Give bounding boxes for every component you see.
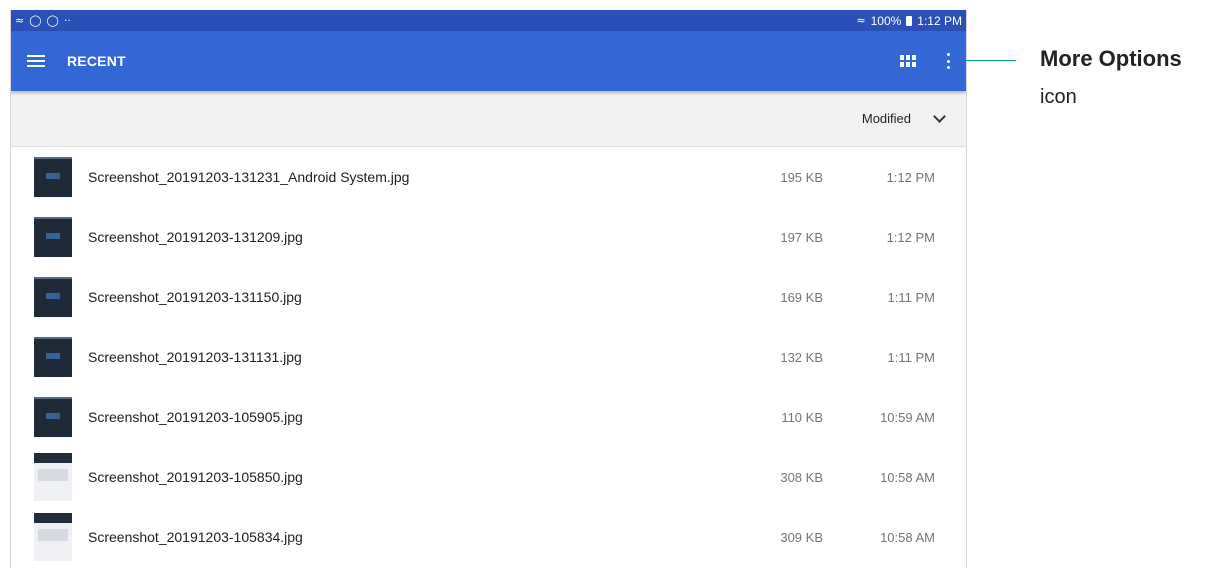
file-row[interactable]: Screenshot_20191203-131209.jpg 197 KB 1:… — [11, 207, 966, 267]
file-row[interactable]: Screenshot_20191203-105850.jpg 308 KB 10… — [11, 447, 966, 507]
file-thumbnail — [34, 453, 72, 501]
more-dots-icon: ·· — [63, 14, 71, 27]
file-thumbnail — [34, 337, 72, 377]
file-row[interactable]: Screenshot_20191203-105834.jpg 309 KB 10… — [11, 507, 966, 567]
file-thumbnail — [34, 513, 72, 561]
file-modified-time: 1:12 PM — [886, 169, 935, 185]
file-modified-time: 10:58 AM — [880, 469, 935, 485]
page-title: RECENT — [67, 53, 126, 69]
file-modified-time: 10:58 AM — [880, 529, 935, 545]
file-size: 195 KB — [780, 169, 823, 185]
more-options-icon[interactable] — [946, 53, 950, 69]
battery-percent: 100% — [870, 13, 902, 28]
status-bar: ≈ ◯ ◯ ·· ≈ 100% 1:12 PM — [11, 10, 966, 31]
file-name: Screenshot_20191203-131150.jpg — [88, 289, 302, 305]
file-row[interactable]: Screenshot_20191203-105905.jpg 110 KB 10… — [11, 387, 966, 447]
callout-leader-line — [958, 60, 1016, 61]
app-bar: RECENT — [11, 31, 966, 91]
file-thumbnail — [34, 157, 72, 197]
file-row[interactable]: Screenshot_20191203-131150.jpg 169 KB 1:… — [11, 267, 966, 327]
file-modified-time: 1:11 PM — [887, 349, 935, 365]
file-list: Screenshot_20191203-131231_Android Syste… — [11, 147, 966, 567]
file-row[interactable]: Screenshot_20191203-131231_Android Syste… — [11, 147, 966, 207]
file-size: 308 KB — [780, 469, 823, 485]
hamburger-menu-icon[interactable] — [27, 55, 45, 67]
grid-view-icon[interactable] — [900, 54, 916, 68]
file-modified-time: 10:59 AM — [880, 409, 935, 425]
file-thumbnail — [34, 277, 72, 317]
wifi-calling-icon: ≈ — [15, 14, 25, 27]
file-size: 132 KB — [780, 349, 823, 365]
status-time: 1:12 PM — [917, 13, 962, 28]
file-thumbnail — [34, 217, 72, 257]
file-modified-time: 1:11 PM — [887, 289, 935, 305]
callout-subtitle: icon — [1040, 86, 1077, 108]
wifi-icon: ≈ — [856, 14, 866, 27]
sort-label: Modified — [861, 111, 911, 126]
file-name: Screenshot_20191203-131131.jpg — [88, 349, 302, 365]
callout-title: More Options — [1040, 46, 1182, 71]
battery-icon — [906, 15, 913, 26]
file-modified-time: 1:12 PM — [886, 229, 935, 245]
file-name: Screenshot_20191203-105834.jpg — [88, 529, 303, 545]
file-manager-screen: ≈ ◯ ◯ ·· ≈ 100% 1:12 PM RECENT Modified — [10, 10, 967, 568]
file-name: Screenshot_20191203-131209.jpg — [88, 229, 303, 245]
chevron-down-icon — [933, 110, 946, 123]
file-size: 110 KB — [781, 409, 823, 425]
sort-bar: Modified — [11, 91, 966, 147]
file-row[interactable]: Screenshot_20191203-131131.jpg 132 KB 1:… — [11, 327, 966, 387]
file-thumbnail — [34, 397, 72, 437]
status-bar-left: ≈ ◯ ◯ ·· — [15, 15, 71, 26]
sync-icon: ◯ — [46, 14, 59, 27]
file-name: Screenshot_20191203-105905.jpg — [88, 409, 303, 425]
file-name: Screenshot_20191203-131231_Android Syste… — [88, 169, 410, 185]
file-name: Screenshot_20191203-105850.jpg — [88, 469, 303, 485]
file-size: 309 KB — [780, 529, 823, 545]
status-bar-right: ≈ 100% 1:12 PM — [856, 14, 962, 28]
file-size: 169 KB — [780, 289, 823, 305]
sync-icon: ◯ — [29, 14, 42, 27]
sort-dropdown[interactable]: Modified — [861, 110, 946, 126]
file-size: 197 KB — [780, 229, 823, 245]
